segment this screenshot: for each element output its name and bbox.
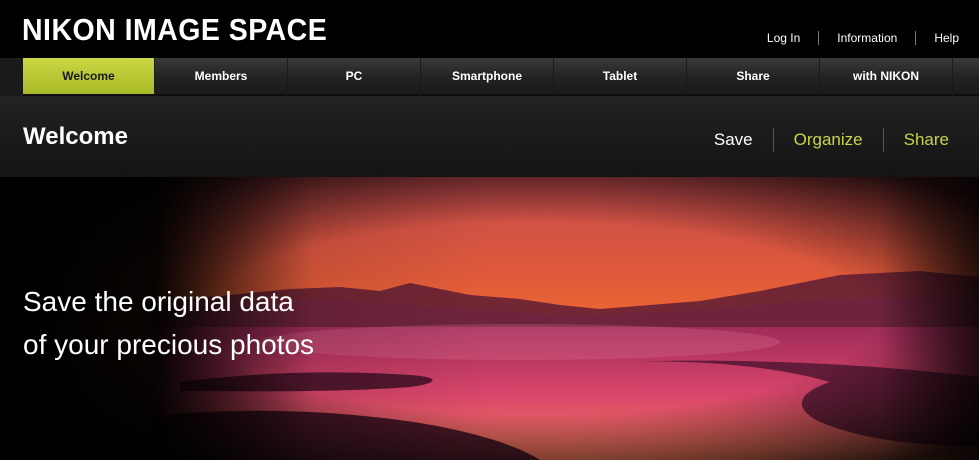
tab-share[interactable]: Share	[687, 58, 819, 96]
tab-pc[interactable]: PC	[288, 58, 420, 96]
help-link[interactable]: Help	[916, 28, 959, 48]
section-link-save[interactable]: Save	[694, 128, 773, 152]
site-logo[interactable]: NIKON IMAGE SPACE	[22, 10, 327, 50]
nav-filler	[953, 58, 979, 96]
header: NIKON IMAGE SPACE Log In Information Hel…	[0, 0, 979, 58]
main-nav: Welcome Members PC Smartphone Tablet Sha…	[0, 58, 979, 96]
tab-with-nikon[interactable]: with NIKON	[820, 58, 952, 96]
information-link[interactable]: Information	[819, 28, 915, 48]
hero-banner: Save the original data of your precious …	[0, 177, 979, 460]
hero-headline-line2: of your precious photos	[23, 329, 315, 360]
hero-headline-line1: Save the original data	[23, 286, 294, 317]
login-link[interactable]: Log In	[749, 28, 818, 48]
section-bar: Welcome Save Organize Share	[0, 96, 979, 177]
page: NIKON IMAGE SPACE Log In Information Hel…	[0, 0, 979, 460]
tab-tablet[interactable]: Tablet	[554, 58, 686, 96]
tab-smartphone[interactable]: Smartphone	[421, 58, 553, 96]
top-links: Log In Information Help	[749, 28, 959, 48]
hero-headline: Save the original data of your precious …	[23, 280, 314, 366]
section-link-share[interactable]: Share	[884, 128, 949, 152]
page-title: Welcome	[23, 123, 128, 150]
tab-welcome[interactable]: Welcome	[23, 58, 154, 96]
section-links: Save Organize Share	[694, 128, 949, 152]
tab-members[interactable]: Members	[155, 58, 287, 96]
section-link-organize[interactable]: Organize	[774, 128, 883, 152]
